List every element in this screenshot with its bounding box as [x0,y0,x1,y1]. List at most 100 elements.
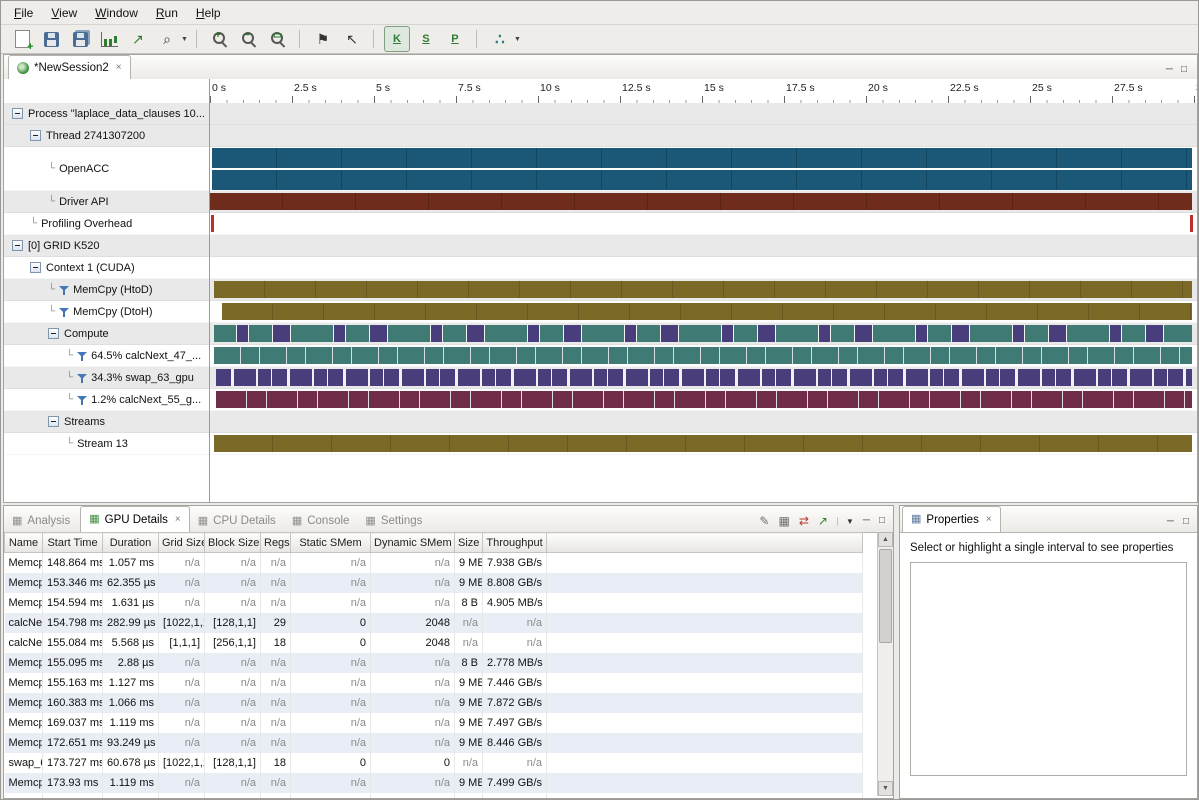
cell[interactable]: 2.88 µs [103,653,159,673]
cell[interactable]: 7.446 GB/s [483,673,547,693]
cell[interactable]: 154.798 ms [43,613,103,633]
cell[interactable]: n/a [455,753,483,773]
overhead-marker[interactable] [1190,215,1193,232]
cell[interactable]: n/a [205,773,261,793]
cell[interactable]: 1.631 µs [103,593,159,613]
collapse-icon[interactable] [48,416,59,427]
timeline-bar-stream[interactable] [214,435,1192,452]
cell[interactable]: 2048 [371,633,455,653]
cell-name[interactable]: Memcpy [5,653,43,673]
menu-run[interactable]: Run [147,3,187,23]
cell[interactable]: 0 [291,613,371,633]
filter-icon[interactable] [77,373,87,383]
timeline-bar-kernel-maroon[interactable] [216,391,1192,408]
timeline-track[interactable] [210,411,1197,433]
profile-application-icon[interactable] [96,26,122,52]
cell[interactable]: n/a [455,613,483,633]
cell[interactable]: n/a [455,633,483,653]
minimize-timeline-button[interactable]: ─ [1166,65,1173,75]
table-row[interactable]: Memcpy172.651 ms93.249 µsn/an/an/an/an/a… [5,733,863,753]
cell[interactable]: 0 [291,633,371,653]
cell[interactable]: 154.594 ms [43,593,103,613]
cell-name[interactable]: Memcpy [5,713,43,733]
cell[interactable]: 2048 [371,613,455,633]
cell[interactable]: n/a [261,593,291,613]
cell[interactable]: n/a [291,593,371,613]
cell[interactable]: [256,1,1] [205,633,261,653]
column-header-static-smem[interactable]: Static SMem [291,533,371,553]
cell[interactable]: n/a [159,673,205,693]
tree-row[interactable]: Process "laplace_data_clauses 10... [4,103,209,125]
analysis-tools-icon[interactable]: ∴ [487,26,513,52]
table-row[interactable]: calcNext154.798 ms282.99 µs[1022,1,1][12… [5,613,863,633]
tab-cpu-details[interactable]: ▦CPU Details [190,510,284,532]
tab-console[interactable]: ▦Console [284,510,358,532]
tree-row[interactable]: [0] GRID K520 [4,235,209,257]
collapse-icon[interactable] [12,108,23,119]
maximize-properties-button[interactable]: □ [1183,517,1189,527]
export-details-icon[interactable]: ↗ [818,515,828,527]
filter-icon[interactable] [59,307,69,317]
collapse-icon[interactable] [12,240,23,251]
zoom-in-icon[interactable]: + [207,26,233,52]
maximize-details-button[interactable]: □ [879,516,885,526]
cell[interactable]: 7.818 GB/s [483,793,547,799]
tree-row[interactable]: Streams [4,411,209,433]
tab-analysis[interactable]: ▦Analysis [4,510,78,532]
collapse-icon[interactable] [30,130,41,141]
cell[interactable]: n/a [371,653,455,673]
cell[interactable]: n/a [483,753,547,773]
maximize-timeline-button[interactable]: □ [1181,65,1187,75]
cell[interactable]: 1.066 ms [103,693,159,713]
menu-view[interactable]: View [42,3,86,23]
cell[interactable]: n/a [291,693,371,713]
cell[interactable]: 9 MB [455,733,483,753]
column-header-throughput[interactable]: Throughput [483,533,547,553]
cell-name[interactable]: calcNext [5,633,43,653]
cell[interactable]: [1022,1,1] [159,613,205,633]
timeline-track[interactable] [210,279,1197,301]
timeline-track[interactable] [210,235,1197,257]
cell[interactable]: n/a [291,793,371,799]
cell[interactable]: n/a [371,673,455,693]
collapse-icon[interactable] [30,262,41,273]
column-header-dynamic-smem[interactable]: Dynamic SMem [371,533,455,553]
cell[interactable]: 0 [371,753,455,773]
table-row[interactable]: swap_63173.727 ms60.678 µs[1022,1,1][128… [5,753,863,773]
cell[interactable]: 1.057 ms [103,553,159,573]
cell[interactable]: 93.249 µs [103,733,159,753]
cell-name[interactable]: Memcpy [5,733,43,753]
scroll-down-icon[interactable]: ▼ [878,781,893,796]
zoom-fit-icon[interactable]: ▭ [265,26,291,52]
minimize-properties-button[interactable]: ─ [1167,517,1174,527]
cell[interactable]: 9 MB [455,573,483,593]
cell[interactable]: 1.073 ms [103,793,159,799]
collapse-icon[interactable] [48,328,59,339]
view-menu-dropdown-icon[interactable]: ▼ [837,517,854,526]
select-mode-icon[interactable]: ↖ [339,26,365,52]
edit-mode-icon[interactable]: ✎ [759,515,769,527]
cell[interactable]: 18 [261,753,291,773]
cell[interactable]: 62.355 µs [103,573,159,593]
cell[interactable]: 9 MB [455,553,483,573]
cell[interactable]: 5.568 µs [103,633,159,653]
tree-row[interactable]: └OpenACC [4,147,209,191]
tree-row[interactable]: └1.2% calcNext_55_g... [4,389,209,411]
cell[interactable]: n/a [291,733,371,753]
cell[interactable]: 8.446 GB/s [483,733,547,753]
cell-name[interactable]: Memcpy [5,573,43,593]
tree-row[interactable]: Context 1 (CUDA) [4,257,209,279]
cell[interactable]: 7.497 GB/s [483,713,547,733]
cell-name[interactable]: swap_63 [5,753,43,773]
menu-file[interactable]: File [5,3,42,23]
timeline-track[interactable] [210,345,1197,367]
cell[interactable]: n/a [291,553,371,573]
timeline-bar-driver[interactable] [210,193,1192,210]
timeline-bar-memcpy[interactable] [214,281,1192,298]
cell[interactable]: 1.119 ms [103,713,159,733]
tree-row[interactable]: └34.3% swap_63_gpu [4,367,209,389]
cell[interactable]: n/a [371,593,455,613]
cell[interactable]: 4.905 MB/s [483,593,547,613]
close-tab-icon[interactable]: × [175,514,181,525]
cell[interactable]: n/a [261,713,291,733]
